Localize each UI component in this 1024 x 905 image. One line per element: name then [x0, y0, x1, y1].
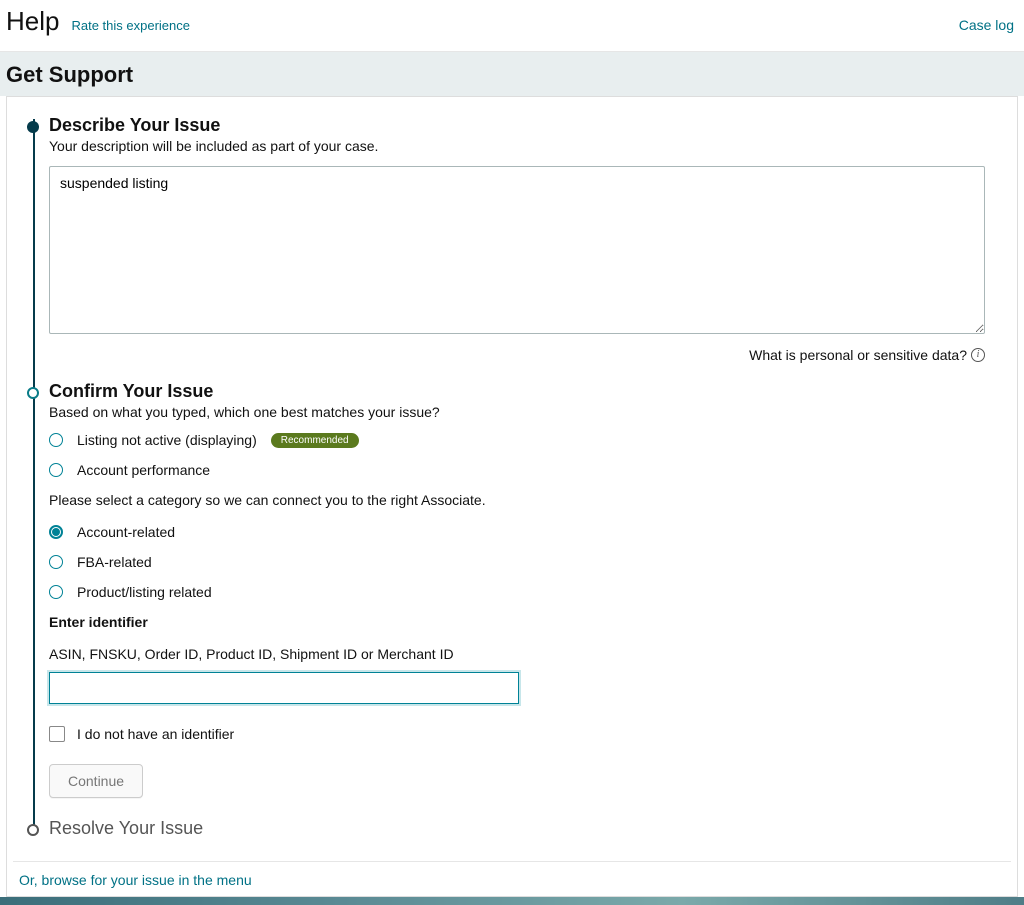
- match-option-account-performance[interactable]: Account performance: [49, 462, 985, 478]
- browse-issue-link[interactable]: Or, browse for your issue in the menu: [19, 872, 252, 888]
- page-title: Help: [6, 6, 59, 37]
- step-confirm: Confirm Your Issue Based on what you typ…: [39, 381, 985, 798]
- match-option-listing-not-active[interactable]: Listing not active (displaying) Recommen…: [49, 432, 985, 448]
- stepper: Describe Your Issue Your description wil…: [7, 97, 1017, 839]
- radio-icon: [49, 555, 63, 569]
- topbar-left: Help Rate this experience: [6, 6, 190, 37]
- topbar: Help Rate this experience Case log: [0, 0, 1024, 52]
- no-identifier-label: I do not have an identifier: [77, 726, 234, 742]
- radio-label: Listing not active (displaying): [77, 432, 257, 448]
- step2-title: Confirm Your Issue: [49, 381, 985, 402]
- step2-subtitle: Based on what you typed, which one best …: [49, 404, 985, 420]
- step1-title: Describe Your Issue: [49, 115, 985, 136]
- radio-label: Account performance: [77, 462, 210, 478]
- sensitive-data-link[interactable]: What is personal or sensitive data?: [749, 347, 967, 363]
- support-panel: Describe Your Issue Your description wil…: [6, 96, 1018, 897]
- category-option-fba-related[interactable]: FBA-related: [49, 554, 985, 570]
- radio-label: FBA-related: [77, 554, 152, 570]
- radio-icon: [49, 433, 63, 447]
- info-icon[interactable]: i: [971, 348, 985, 362]
- issue-textarea[interactable]: [49, 166, 985, 334]
- no-identifier-checkbox-row[interactable]: I do not have an identifier: [49, 726, 985, 742]
- recommended-badge: Recommended: [271, 433, 359, 448]
- step1-subtitle: Your description will be included as par…: [49, 138, 985, 154]
- radio-selected-icon: [49, 525, 63, 539]
- caselog-link[interactable]: Case log: [959, 17, 1014, 33]
- step-describe: Describe Your Issue Your description wil…: [39, 115, 985, 363]
- step-marker-filled-icon: [27, 121, 39, 133]
- radio-icon: [49, 585, 63, 599]
- rate-experience-link[interactable]: Rate this experience: [71, 18, 190, 33]
- step3-title: Resolve Your Issue: [49, 818, 985, 839]
- subheader: Get Support: [0, 52, 1024, 96]
- footer-strip: [0, 897, 1024, 905]
- identifier-subtitle: ASIN, FNSKU, Order ID, Product ID, Shipm…: [49, 646, 985, 662]
- radio-icon: [49, 463, 63, 477]
- identifier-heading: Enter identifier: [49, 614, 985, 630]
- checkbox-icon: [49, 726, 65, 742]
- step-marker-active-icon: [27, 387, 39, 399]
- category-option-product-listing-related[interactable]: Product/listing related: [49, 584, 985, 600]
- divider: [13, 861, 1011, 862]
- step-connector-line: [33, 119, 35, 825]
- identifier-input[interactable]: [49, 672, 519, 704]
- sensitive-data-row: What is personal or sensitive data? i: [49, 347, 985, 363]
- radio-label: Product/listing related: [77, 584, 212, 600]
- get-support-title: Get Support: [6, 62, 1018, 88]
- continue-button[interactable]: Continue: [49, 764, 143, 798]
- step-resolve: Resolve Your Issue: [39, 818, 985, 839]
- radio-label: Account-related: [77, 524, 175, 540]
- category-prompt: Please select a category so we can conne…: [49, 492, 985, 508]
- category-option-account-related[interactable]: Account-related: [49, 524, 985, 540]
- step-marker-outline-icon: [27, 824, 39, 836]
